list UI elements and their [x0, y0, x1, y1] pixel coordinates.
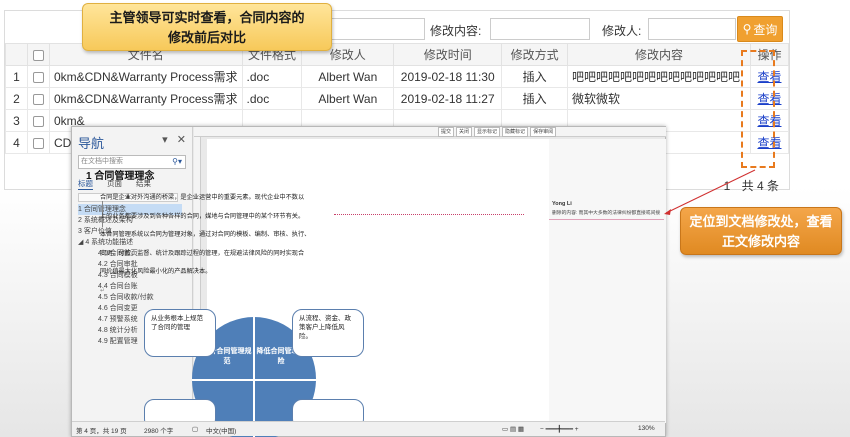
arrow-head-icon	[664, 209, 671, 215]
callout-right: 定位到文档修改处，查看正文修改内容	[680, 207, 842, 255]
callout-right-text: 定位到文档修改处，查看正文修改内容	[689, 214, 833, 249]
